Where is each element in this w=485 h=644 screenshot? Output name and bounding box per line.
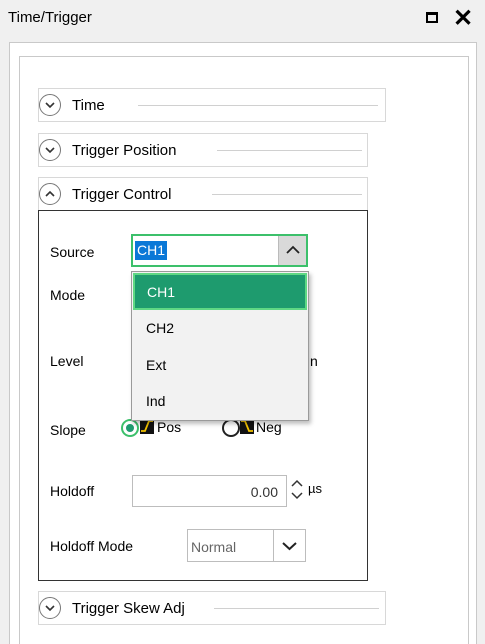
window-title: Time/Trigger xyxy=(8,9,92,26)
slope-neg-label: Neg xyxy=(256,419,282,435)
section-trigger-skew-header[interactable]: Trigger Skew Adj xyxy=(38,591,386,625)
spinner-arrows-icon xyxy=(291,479,303,500)
dropdown-option-ind[interactable]: Ind xyxy=(132,382,308,419)
holdoff-input[interactable]: 0.00 xyxy=(132,475,287,507)
source-dropdown-button[interactable] xyxy=(278,236,306,265)
section-trigger-control-label: Trigger Control xyxy=(72,186,172,203)
holdoff-mode-value: Normal xyxy=(191,539,237,555)
title-bar: Time/Trigger ✕ xyxy=(0,0,485,40)
dropdown-option-ch2[interactable]: CH2 xyxy=(132,309,308,346)
level-partial-text: n xyxy=(310,353,318,369)
section-time-header[interactable]: Time xyxy=(38,88,386,122)
section-trigger-position-label: Trigger Position xyxy=(72,142,177,159)
level-label: Level xyxy=(50,353,84,369)
chevron-down-icon[interactable] xyxy=(39,597,61,619)
chevron-down-icon xyxy=(282,542,297,551)
chevron-up-icon[interactable] xyxy=(39,183,61,205)
chevron-down-icon[interactable] xyxy=(39,139,61,161)
holdoff-unit: µs xyxy=(308,481,322,496)
divider xyxy=(214,608,379,609)
close-button[interactable]: ✕ xyxy=(448,4,478,34)
dropdown-option-ext[interactable]: Ext xyxy=(132,346,308,383)
chevron-up-icon xyxy=(286,245,300,254)
mode-label: Mode xyxy=(50,287,86,303)
slope-neg-radio[interactable] xyxy=(222,419,240,437)
chevron-down-icon[interactable] xyxy=(39,94,61,116)
section-trigger-skew-label: Trigger Skew Adj xyxy=(72,600,185,617)
section-time-label: Time xyxy=(72,97,105,114)
source-select[interactable]: CH1 xyxy=(131,234,308,267)
close-icon: ✕ xyxy=(453,5,474,32)
holdoff-label: Holdoff xyxy=(50,483,95,499)
section-trigger-control-header[interactable]: Trigger Control xyxy=(38,177,368,211)
source-value: CH1 xyxy=(135,241,168,260)
holdoff-mode-dropdown-button[interactable] xyxy=(273,530,305,561)
source-label: Source xyxy=(50,244,95,260)
holdoff-mode-label: Holdoff Mode xyxy=(50,538,134,554)
slope-pos-radio[interactable] xyxy=(121,419,139,437)
section-trigger-position-header[interactable]: Trigger Position xyxy=(38,133,368,167)
divider xyxy=(138,105,378,106)
maximize-icon xyxy=(426,12,438,23)
divider xyxy=(212,194,362,195)
dropdown-option-ch1[interactable]: CH1 xyxy=(133,273,307,310)
divider xyxy=(217,150,362,151)
holdoff-spinner[interactable] xyxy=(289,474,305,506)
slope-label: Slope xyxy=(50,422,86,438)
holdoff-value: 0.00 xyxy=(250,484,278,500)
source-dropdown-list: CH1 CH2 Ext Ind xyxy=(131,271,309,421)
slope-pos-label: Pos xyxy=(157,419,182,435)
maximize-button[interactable] xyxy=(418,4,448,34)
holdoff-mode-select[interactable]: Normal xyxy=(187,529,306,562)
